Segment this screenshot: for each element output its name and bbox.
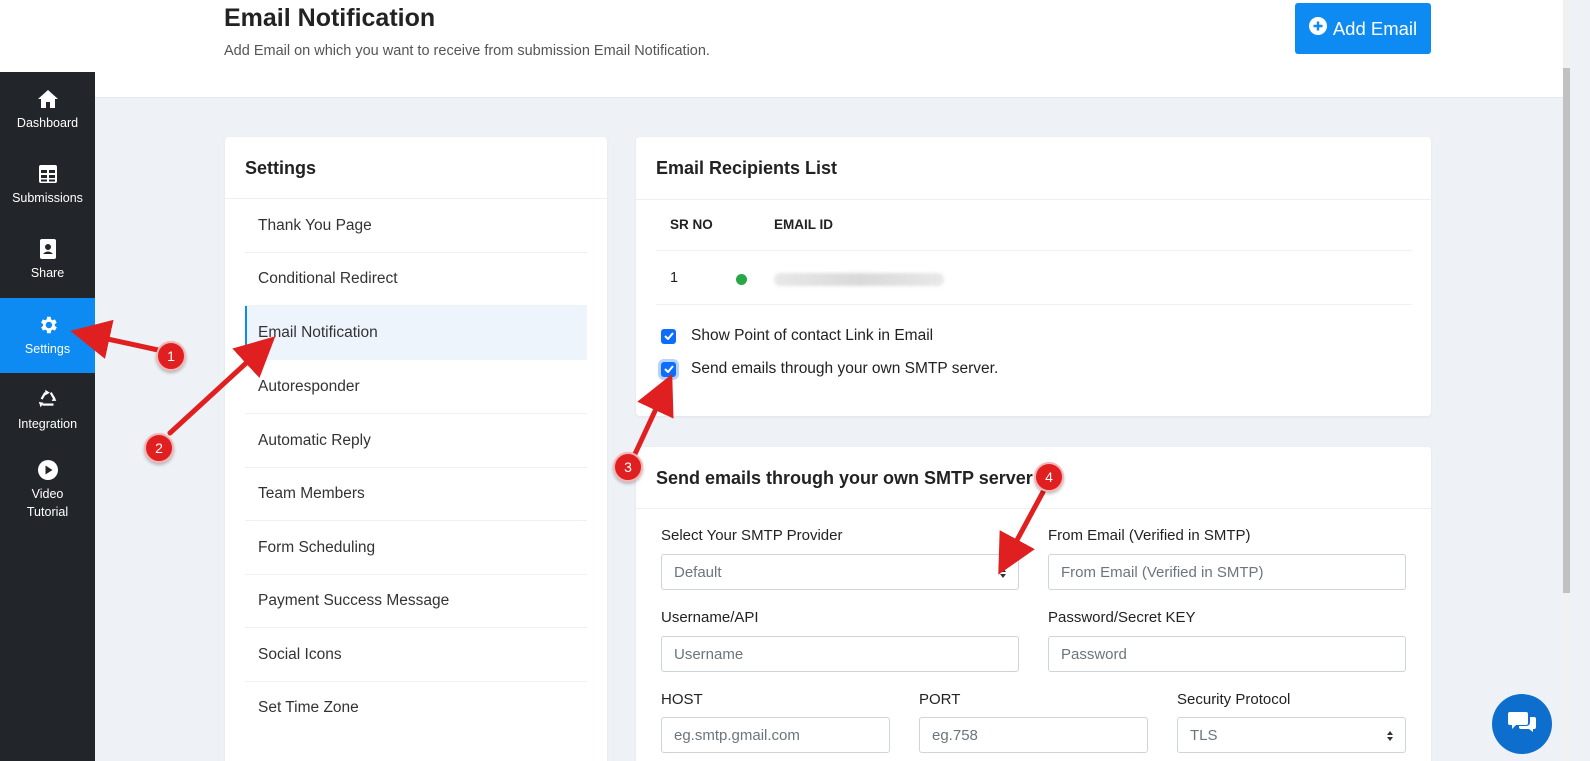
plus-circle-icon xyxy=(1308,17,1327,40)
row-sr-number: 1 xyxy=(670,270,679,286)
password-label: Password/Secret KEY xyxy=(1048,609,1196,626)
smtp-divider xyxy=(636,508,1431,509)
from-email-placeholder: From Email (Verified in SMTP) xyxy=(1061,563,1264,581)
port-input[interactable]: eg.758 xyxy=(919,717,1148,753)
page-scrollbar[interactable] xyxy=(1563,0,1570,761)
page-subtitle: Add Email on which you want to receive f… xyxy=(224,43,710,59)
password-placeholder: Password xyxy=(1061,645,1127,663)
annotation-badge-2: 2 xyxy=(144,433,174,463)
recipients-divider xyxy=(636,199,1431,200)
username-input[interactable]: Username xyxy=(661,636,1019,672)
chat-widget-button[interactable] xyxy=(1492,694,1552,754)
page-header: Email Notification Add Email on which yo… xyxy=(95,0,1563,98)
recipients-title: Email Recipients List xyxy=(656,158,838,178)
select-updown-icon xyxy=(1386,729,1394,746)
smtp-provider-label: Select Your SMTP Provider xyxy=(661,527,843,544)
host-input[interactable]: eg.smtp.gmail.com xyxy=(661,717,890,753)
scrollbar-thumb[interactable] xyxy=(1563,68,1570,593)
show-contact-link-label: Show Point of contact Link in Email xyxy=(691,327,934,344)
add-email-label: Add Email xyxy=(1332,17,1418,39)
chat-icon xyxy=(1507,709,1537,740)
table-header-divider xyxy=(656,250,1412,251)
security-protocol-label: Security Protocol xyxy=(1177,691,1291,708)
sidebar-item-label: Submissions xyxy=(12,190,83,205)
add-email-button[interactable]: Add Email xyxy=(1295,3,1431,54)
table-icon xyxy=(37,163,59,185)
own-smtp-checkbox-row[interactable]: Send emails through your own SMTP server… xyxy=(661,360,998,378)
smtp-settings-card: Send emails through your own SMTP server… xyxy=(636,447,1431,761)
own-smtp-checkbox[interactable] xyxy=(661,361,676,377)
sidebar-item-submissions[interactable]: Submissions xyxy=(0,147,95,222)
gear-icon xyxy=(37,314,59,336)
settings-item-automatic-reply[interactable]: Automatic Reply xyxy=(245,414,587,468)
sidebar-item-label: Settings xyxy=(24,341,71,356)
settings-item-email-notification[interactable]: Email Notification xyxy=(245,306,587,360)
settings-item-conditional-redirect[interactable]: Conditional Redirect xyxy=(245,252,587,306)
table-row-divider xyxy=(656,304,1412,305)
settings-card: Settings Thank You Page Conditional Redi… xyxy=(225,137,607,761)
sidebar: Dashboard Submissions Share Settings Int… xyxy=(0,72,95,761)
host-placeholder: eg.smtp.gmail.com xyxy=(674,726,800,744)
sidebar-item-dashboard[interactable]: Dashboard xyxy=(0,72,95,147)
show-contact-link-checkbox[interactable] xyxy=(661,328,676,344)
page-title: Email Notification xyxy=(224,4,436,32)
email-recipients-card: Email Recipients List SR NO EMAIL ID 1 S… xyxy=(636,137,1431,416)
select-updown-icon xyxy=(999,566,1007,583)
username-placeholder: Username xyxy=(674,645,744,663)
username-label: Username/API xyxy=(661,609,759,626)
sidebar-item-settings[interactable]: Settings xyxy=(0,298,95,373)
settings-item-thank-you-page[interactable]: Thank You Page xyxy=(245,199,587,253)
share-icon xyxy=(37,238,59,260)
show-contact-link-checkbox-row[interactable]: Show Point of contact Link in Email xyxy=(661,327,933,345)
sidebar-item-label: Share xyxy=(30,265,65,280)
annotation-badge-4: 4 xyxy=(1034,462,1064,492)
annotation-badge-3: 3 xyxy=(613,452,643,482)
settings-item-autoresponder[interactable]: Autoresponder xyxy=(245,360,587,414)
status-dot-active xyxy=(736,274,747,285)
settings-title: Settings xyxy=(245,158,317,178)
sidebar-item-label: Dashboard xyxy=(16,115,79,130)
top-left-blank xyxy=(0,0,95,72)
settings-item-set-time-zone[interactable]: Set Time Zone xyxy=(245,681,587,735)
home-icon xyxy=(37,88,59,110)
email-value-redacted xyxy=(774,273,944,286)
security-protocol-value: TLS xyxy=(1190,726,1218,744)
settings-item-form-scheduling[interactable]: Form Scheduling xyxy=(245,521,587,575)
port-label: PORT xyxy=(919,691,961,708)
recycle-icon xyxy=(37,389,59,411)
column-header-sr-no: SR NO xyxy=(670,217,713,232)
play-icon xyxy=(37,459,59,481)
sidebar-item-label: Video Tutorial xyxy=(26,487,69,519)
own-smtp-label: Send emails through your own SMTP server… xyxy=(691,360,999,377)
from-email-label: From Email (Verified in SMTP) xyxy=(1048,527,1251,544)
from-email-input[interactable]: From Email (Verified in SMTP) xyxy=(1048,554,1406,590)
sidebar-item-share[interactable]: Share xyxy=(0,222,95,297)
host-label: HOST xyxy=(661,691,703,708)
port-placeholder: eg.758 xyxy=(932,726,978,744)
smtp-provider-value: Default xyxy=(674,563,722,581)
sidebar-item-label: Integration xyxy=(17,416,78,431)
password-input[interactable]: Password xyxy=(1048,636,1406,672)
settings-item-payment-success-message[interactable]: Payment Success Message xyxy=(245,574,587,628)
security-protocol-select[interactable]: TLS xyxy=(1177,717,1406,753)
smtp-provider-select[interactable]: Default xyxy=(661,554,1019,590)
annotation-badge-1: 1 xyxy=(156,341,186,371)
column-header-email-id: EMAIL ID xyxy=(774,217,834,232)
sidebar-item-video-tutorial[interactable]: Video Tutorial xyxy=(0,450,95,530)
sidebar-item-integration[interactable]: Integration xyxy=(0,373,95,448)
settings-item-team-members[interactable]: Team Members xyxy=(245,467,587,521)
settings-item-social-icons[interactable]: Social Icons xyxy=(245,628,587,682)
smtp-title: Send emails through your own SMTP server xyxy=(656,468,1033,488)
